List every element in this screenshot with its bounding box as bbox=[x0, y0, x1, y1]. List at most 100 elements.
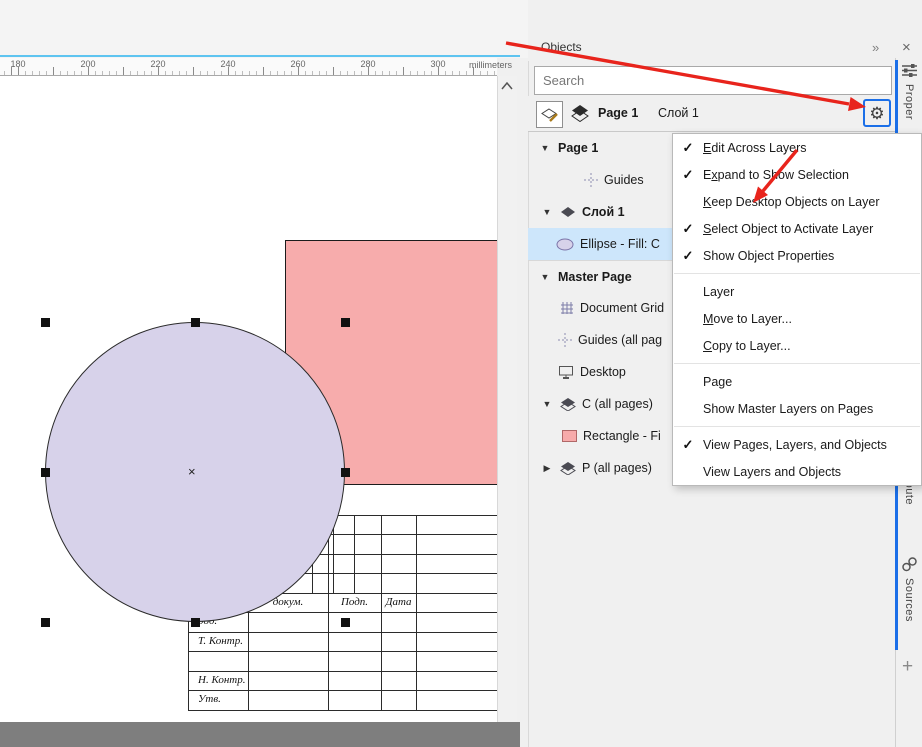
tree-row-label: Rectangle - Fi bbox=[583, 429, 661, 443]
link-icon bbox=[901, 556, 918, 573]
layer-toolbar: Page 1 Слой 1 ⚙ bbox=[528, 96, 895, 132]
ruler-tick-label: 180 bbox=[10, 59, 25, 69]
menu-item-view-layers-objects[interactable]: View Layers and Objects bbox=[673, 458, 921, 485]
layer-icon bbox=[560, 206, 576, 218]
add-docker-icon[interactable]: + bbox=[902, 656, 913, 678]
selection-handle[interactable] bbox=[341, 318, 350, 327]
tab-properties[interactable]: Proper bbox=[903, 84, 915, 140]
edit-across-layers-button[interactable] bbox=[536, 101, 563, 128]
ellipse-thumbnail-icon bbox=[556, 238, 574, 251]
title-block-row-appr: Утв. bbox=[198, 693, 221, 705]
menu-item-label: Show Master Layers on Pages bbox=[703, 402, 873, 416]
expand-icon[interactable]: ▶ bbox=[540, 463, 554, 474]
ruler-tick-label: 260 bbox=[290, 59, 305, 69]
menu-item-label: Select Object to Activate Layer bbox=[703, 222, 873, 236]
ruler-tick-label: 200 bbox=[80, 59, 95, 69]
tree-row-label: Page 1 bbox=[558, 141, 598, 155]
bottom-scroll-track[interactable] bbox=[0, 722, 520, 747]
expand-icon[interactable]: ▼ bbox=[538, 272, 552, 282]
tree-row-label: Ellipse - Fill: C bbox=[580, 237, 660, 251]
properties-icon bbox=[901, 62, 918, 79]
master-layer-icon bbox=[560, 397, 576, 411]
tree-row-label: Master Page bbox=[558, 270, 632, 284]
expand-icon[interactable]: ▼ bbox=[538, 143, 552, 153]
selection-handle[interactable] bbox=[41, 618, 50, 627]
menu-section-layer: Layer bbox=[673, 278, 921, 305]
horizontal-ruler: 180 200 220 240 260 280 300 millimeters bbox=[0, 58, 497, 76]
title-block-row-ncontr: Н. Контр. bbox=[198, 674, 245, 686]
menu-item-move-to-layer[interactable]: Move to Layer... bbox=[673, 305, 921, 332]
selection-handle[interactable] bbox=[41, 318, 50, 327]
object-center-mark: × bbox=[188, 464, 196, 479]
tree-row-label: Guides bbox=[604, 173, 644, 187]
active-page-label: Page 1 bbox=[598, 106, 638, 120]
selection-handle[interactable] bbox=[41, 468, 50, 477]
selection-handle[interactable] bbox=[341, 468, 350, 477]
selection-handle[interactable] bbox=[191, 618, 200, 627]
canvas-top-strip bbox=[0, 0, 528, 58]
gear-icon: ⚙ bbox=[869, 105, 884, 122]
master-layer-icon bbox=[560, 461, 576, 475]
menu-item-show-master-layers-on-pages[interactable]: Show Master Layers on Pages bbox=[673, 395, 921, 422]
close-docker-icon[interactable]: × bbox=[902, 39, 911, 56]
menu-item-label: Page bbox=[703, 375, 732, 389]
menu-item-view-pages-layers-objects[interactable]: ✓ View Pages, Layers, and Objects bbox=[673, 431, 921, 458]
checkmark-icon: ✓ bbox=[673, 221, 703, 237]
menu-separator bbox=[674, 363, 920, 364]
menu-item-show-object-properties[interactable]: ✓ Show Object Properties bbox=[673, 242, 921, 269]
search-input[interactable] bbox=[534, 66, 892, 95]
options-gear-button[interactable]: ⚙ bbox=[863, 99, 891, 127]
menu-item-label: Layer bbox=[703, 285, 734, 299]
tree-row-label: Слой 1 bbox=[582, 205, 625, 219]
title-block-col-sign: Подп. bbox=[328, 596, 381, 608]
title-block-row-tcontr: Т. Контр. bbox=[198, 635, 243, 647]
checkmark-icon: ✓ bbox=[673, 437, 703, 453]
menu-item-keep-desktop-objects-on-layer[interactable]: Keep Desktop Objects on Layer bbox=[673, 188, 921, 215]
active-tab-indicator bbox=[895, 60, 898, 140]
expand-icon[interactable]: ▼ bbox=[540, 207, 554, 217]
ruler-tick-label: 240 bbox=[220, 59, 235, 69]
menu-item-label: View Layers and Objects bbox=[703, 465, 841, 479]
menu-item-label: View Pages, Layers, and Objects bbox=[703, 438, 887, 452]
menu-item-label: Edit Across Layers bbox=[703, 141, 807, 155]
menu-separator bbox=[674, 273, 920, 274]
ruler-tick-label: 220 bbox=[150, 59, 165, 69]
guides-icon bbox=[558, 333, 572, 347]
docker-title: Objects bbox=[541, 40, 582, 54]
scroll-up-icon[interactable] bbox=[501, 82, 513, 90]
menu-separator bbox=[674, 426, 920, 427]
selection-handle[interactable] bbox=[341, 618, 350, 627]
menu-item-edit-across-layers[interactable]: ✓ Edit Across Layers bbox=[673, 134, 921, 161]
layer-pencil-icon bbox=[541, 107, 559, 123]
layer-options-menu: ✓ Edit Across Layers ✓ Expand to Show Se… bbox=[672, 133, 922, 486]
tree-row-label: P (all pages) bbox=[582, 461, 652, 475]
menu-section-page: Page bbox=[673, 368, 921, 395]
rectangle-thumbnail-icon bbox=[562, 430, 577, 442]
tree-row-label: Desktop bbox=[580, 365, 626, 379]
menu-item-expand-to-show-selection[interactable]: ✓ Expand to Show Selection bbox=[673, 161, 921, 188]
menu-item-label: Copy to Layer... bbox=[703, 339, 791, 353]
active-layer-label: Слой 1 bbox=[658, 106, 699, 120]
ruler-unit-label: millimeters bbox=[440, 60, 512, 70]
menu-item-label: Show Object Properties bbox=[703, 249, 834, 263]
menu-item-copy-to-layer[interactable]: Copy to Layer... bbox=[673, 332, 921, 359]
tab-sources[interactable]: Sources bbox=[903, 578, 915, 648]
ruler-major-ticks bbox=[0, 67, 497, 75]
menu-item-label: Keep Desktop Objects on Layer bbox=[703, 195, 880, 209]
selection-handle[interactable] bbox=[191, 318, 200, 327]
tree-row-label: Guides (all pag bbox=[578, 333, 662, 347]
objects-docker-header: Objects » × bbox=[528, 35, 922, 61]
title-block-col-date: Дата bbox=[381, 596, 416, 608]
collapse-docker-icon[interactable]: » bbox=[872, 40, 879, 55]
tree-row-label: Document Grid bbox=[580, 301, 664, 315]
ruler-accent-line bbox=[0, 55, 520, 57]
menu-item-label: Expand to Show Selection bbox=[703, 168, 849, 182]
expand-icon[interactable]: ▼ bbox=[540, 399, 554, 409]
menu-item-select-object-to-activate-layer[interactable]: ✓ Select Object to Activate Layer bbox=[673, 215, 921, 242]
menu-item-label: Move to Layer... bbox=[703, 312, 792, 326]
checkmark-icon: ✓ bbox=[673, 140, 703, 156]
vertical-scrollbar[interactable] bbox=[497, 76, 517, 722]
layers-stack-icon bbox=[570, 104, 590, 127]
drawing-canvas[interactable]: докум. Подп. Дата роб. Т. Контр. Н. Конт… bbox=[0, 76, 497, 722]
checkmark-icon: ✓ bbox=[673, 167, 703, 183]
